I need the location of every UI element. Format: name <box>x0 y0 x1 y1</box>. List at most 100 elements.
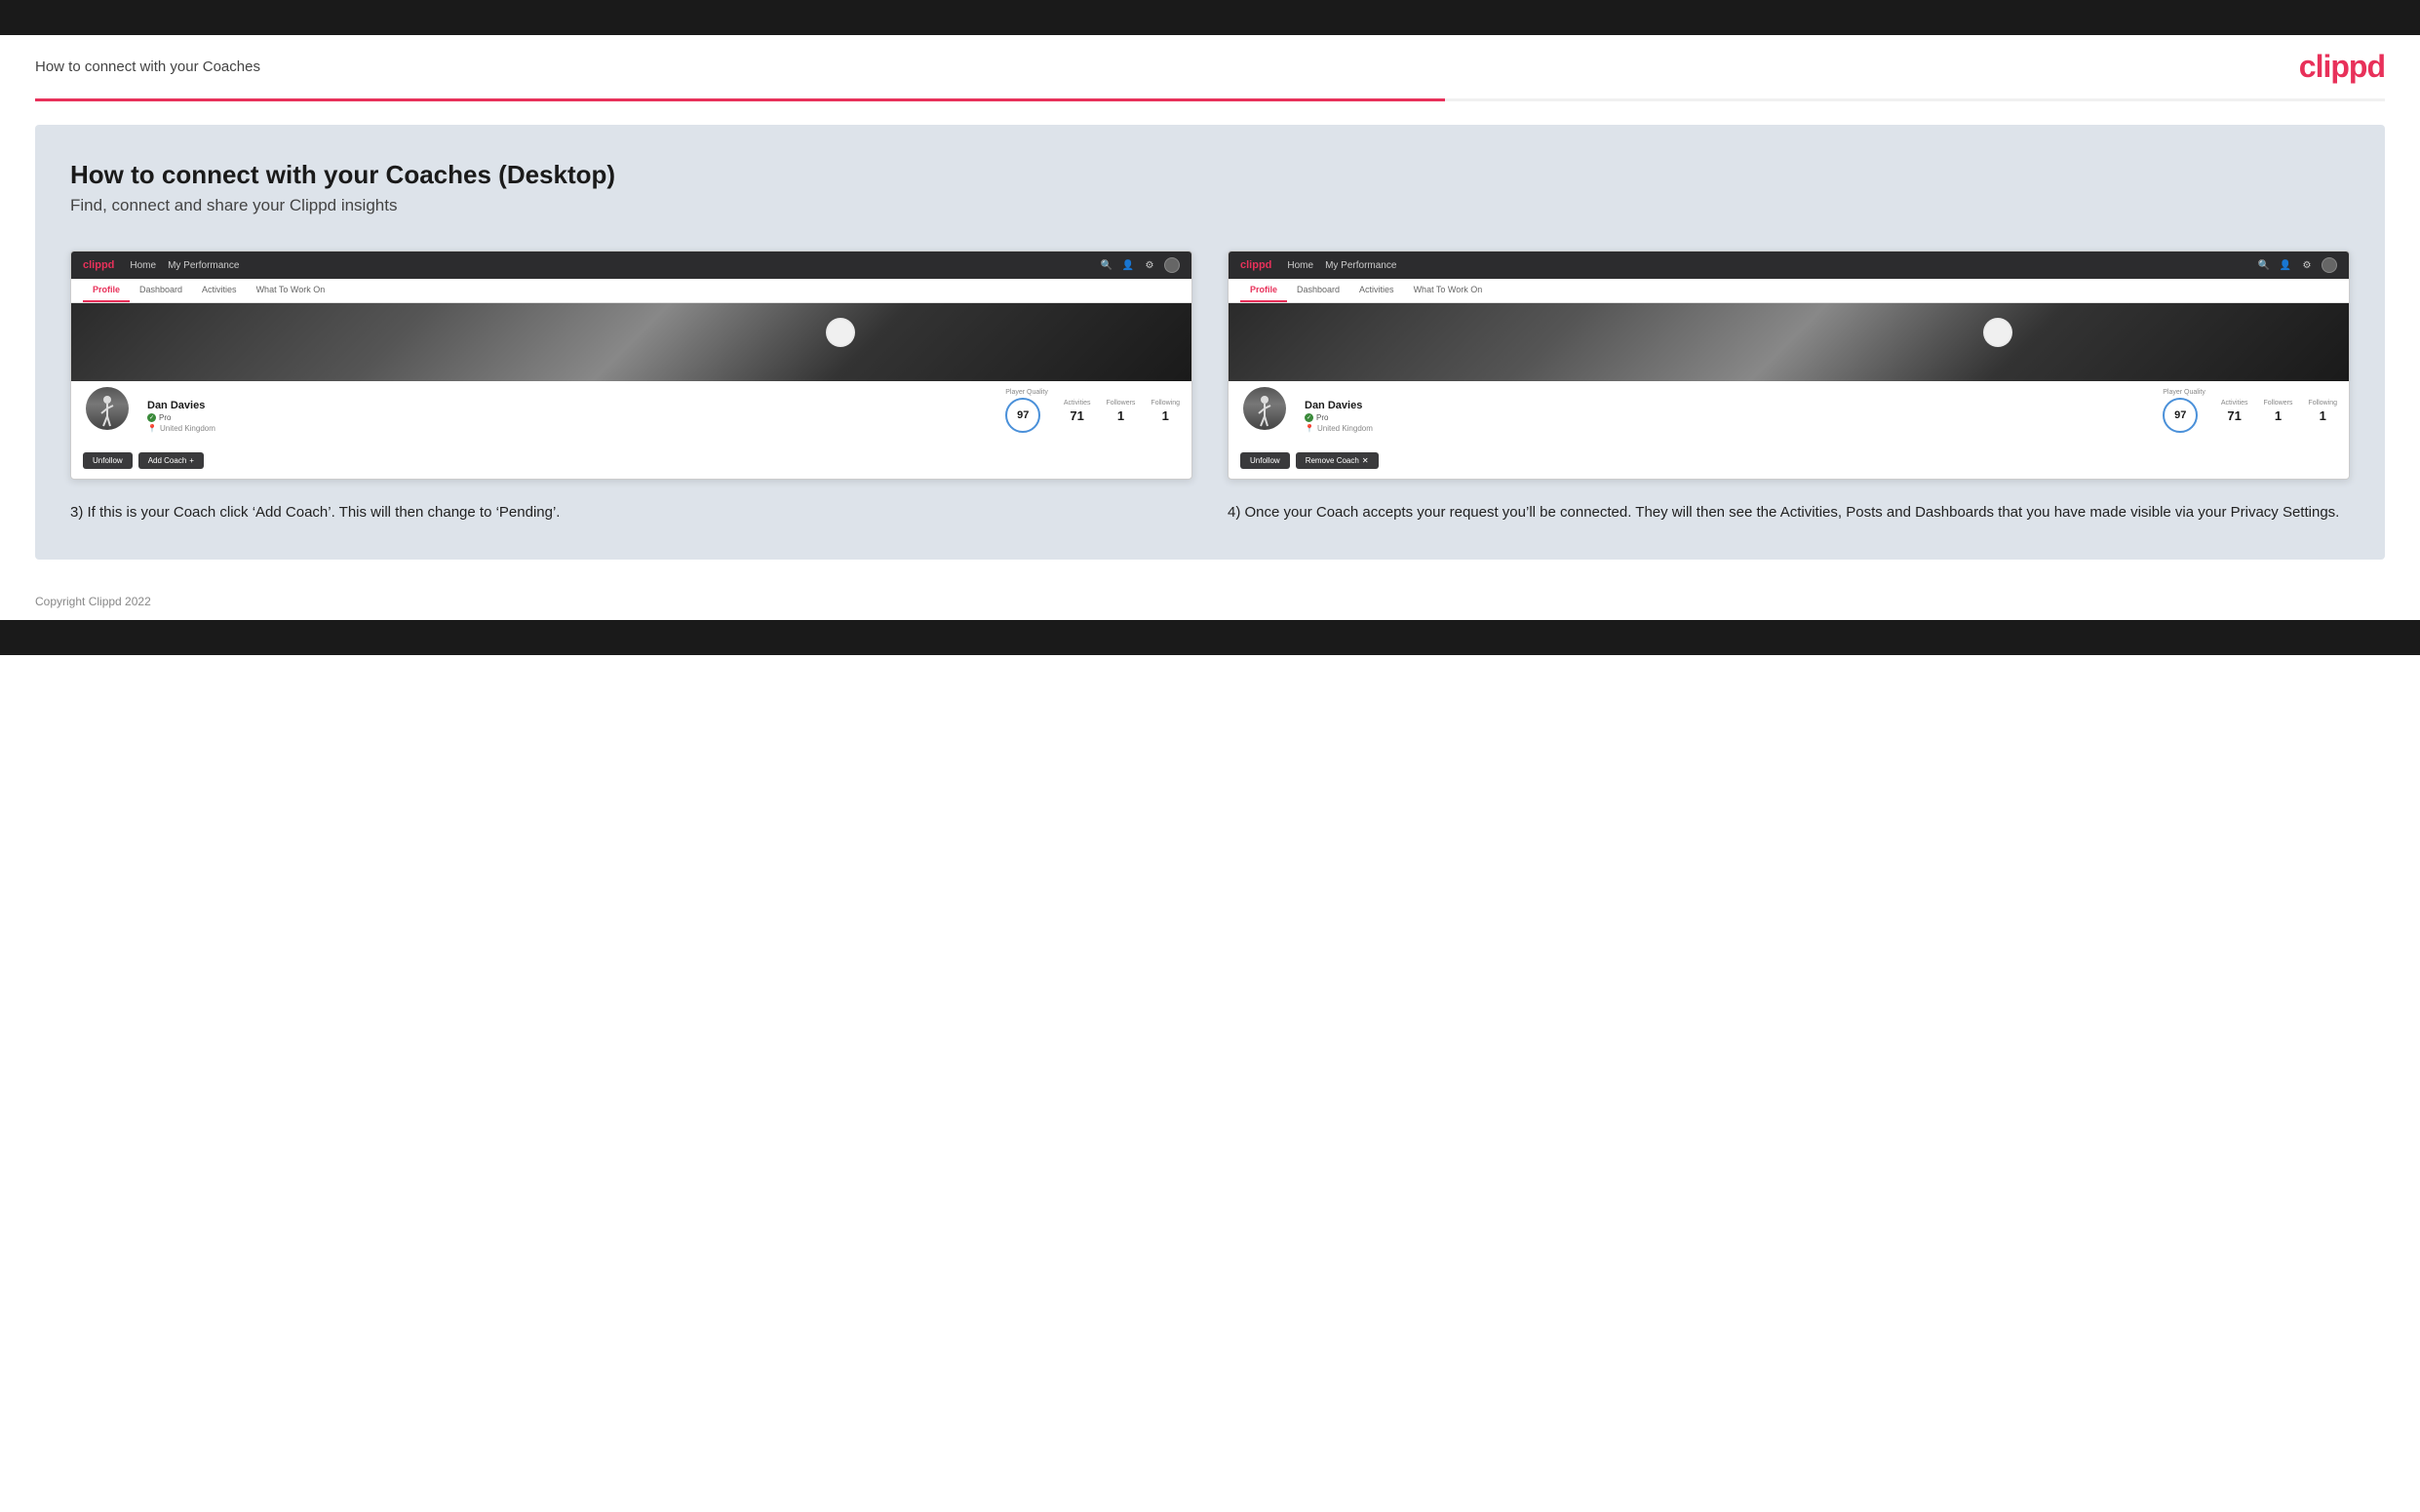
mockup-left-badge-label: Pro <box>159 413 171 422</box>
mockup-left: clippd Home My Performance 🔍 👤 ⚙ Profile <box>70 251 1192 480</box>
mockup-left-unfollow-button[interactable]: Unfollow <box>83 452 133 469</box>
mockup-right-banner <box>1229 303 2349 381</box>
mockup-left-nav-icons: 🔍 👤 ⚙ <box>1100 257 1180 273</box>
mockup-right-user-badge: ✓ Pro <box>1305 413 2147 422</box>
mockup-right-unfollow-button[interactable]: Unfollow <box>1240 452 1290 469</box>
mockup-left-location: 📍 United Kingdom <box>147 424 990 433</box>
mockup-left-verified-icon: ✓ <box>147 413 156 422</box>
mockup-left-followers-value: 1 <box>1106 408 1135 423</box>
mockup-right-location-icon: 📍 <box>1305 424 1314 433</box>
mockup-left-location-text: United Kingdom <box>160 424 215 433</box>
mockup-right-avatar-inner <box>1243 387 1286 430</box>
mockup-left-location-icon: 📍 <box>147 424 157 433</box>
mockup-right-user-icon[interactable]: 👤 <box>2279 258 2292 272</box>
header-title: How to connect with your Coaches <box>35 58 260 75</box>
mockup-right-avatar <box>1240 384 1289 433</box>
mockup-left-following-value: 1 <box>1151 408 1180 423</box>
mockup-right-buttons: Unfollow Remove Coach ✕ <box>1229 452 2349 479</box>
mockup-right-tab-dashboard[interactable]: Dashboard <box>1287 279 1349 302</box>
right-description: 4) Once your Coach accepts your request … <box>1228 501 2350 524</box>
page-subheading: Find, connect and share your Clippd insi… <box>70 196 2350 215</box>
mockup-right-logo: clippd <box>1240 259 1271 271</box>
mockup-left-stat-followers: Followers 1 <box>1106 400 1135 423</box>
mockup-right-tab-activities[interactable]: Activities <box>1349 279 1404 302</box>
mockup-right-user-info: Dan Davies ✓ Pro 📍 United Kingdom <box>1305 400 2147 433</box>
main-content: How to connect with your Coaches (Deskto… <box>35 125 2385 560</box>
mockup-right-nav: clippd Home My Performance 🔍 👤 ⚙ <box>1229 252 2349 279</box>
mockup-left-user-icon[interactable]: 👤 <box>1121 258 1135 272</box>
mockup-right-badge-label: Pro <box>1316 413 1328 422</box>
mockup-left-tab-profile[interactable]: Profile <box>83 279 130 302</box>
mockup-left-activities-label: Activities <box>1064 400 1091 407</box>
mockup-left-buttons: Unfollow Add Coach + <box>71 452 1191 479</box>
copyright-text: Copyright Clippd 2022 <box>35 595 151 608</box>
mockup-left-avatar-inner <box>86 387 129 430</box>
mockup-right-quality-value: 97 <box>2163 398 2198 433</box>
mockup-right-nav-myperformance[interactable]: My Performance <box>1325 260 1396 271</box>
left-column: clippd Home My Performance 🔍 👤 ⚙ Profile <box>70 251 1192 524</box>
mockup-left-nav-links: Home My Performance <box>130 260 1084 271</box>
mockup-right-tab-whattoworkon[interactable]: What To Work On <box>1404 279 1493 302</box>
mockup-right-following-label: Following <box>2308 400 2337 407</box>
mockup-right-verified-icon: ✓ <box>1305 413 1313 422</box>
mockup-left-user-badge: ✓ Pro <box>147 413 990 422</box>
mockup-right-following-value: 1 <box>2308 408 2337 423</box>
mockup-right-stat-activities: Activities 71 <box>2221 400 2248 423</box>
mockup-right-location-text: United Kingdom <box>1317 424 1373 433</box>
mockup-right-followers-label: Followers <box>2263 400 2292 407</box>
mockup-right-stat-following: Following 1 <box>2308 400 2337 423</box>
mockup-left-tab-dashboard[interactable]: Dashboard <box>130 279 192 302</box>
mockup-left-avatar-nav[interactable] <box>1164 257 1180 273</box>
bottom-bar <box>0 620 2420 655</box>
mockup-left-banner-img <box>71 303 1191 381</box>
footer: Copyright Clippd 2022 <box>0 583 2420 620</box>
mockup-right: clippd Home My Performance 🔍 👤 ⚙ Profile <box>1228 251 2350 480</box>
mockup-right-stat-quality: Player Quality 97 <box>2163 389 2205 433</box>
mockup-left-tabs: Profile Dashboard Activities What To Wor… <box>71 279 1191 303</box>
mockup-left-tab-activities[interactable]: Activities <box>192 279 247 302</box>
mockup-left-profile: Dan Davies ✓ Pro 📍 United Kingdom Player… <box>71 381 1191 445</box>
mockup-right-x-icon: ✕ <box>1362 456 1369 465</box>
mockup-left-quality-label: Player Quality <box>1005 389 1048 396</box>
mockup-left-banner <box>71 303 1191 381</box>
mockup-left-stat-following: Following 1 <box>1151 400 1180 423</box>
mockup-left-addcoach-label: Add Coach <box>148 456 187 465</box>
mockup-left-stat-quality: Player Quality 97 <box>1005 389 1048 433</box>
mockup-left-stats: Player Quality 97 Activities 71 Follower… <box>1005 389 1180 433</box>
mockup-right-profile: Dan Davies ✓ Pro 📍 United Kingdom Player… <box>1229 381 2349 445</box>
mockup-right-quality-label: Player Quality <box>2163 389 2205 396</box>
golfer-right-icon <box>1251 395 1278 430</box>
golfer-icon <box>94 395 121 430</box>
mockup-right-location: 📍 United Kingdom <box>1305 424 2147 433</box>
mockup-right-tabs: Profile Dashboard Activities What To Wor… <box>1229 279 2349 303</box>
mockup-left-nav-myperformance[interactable]: My Performance <box>168 260 239 271</box>
mockup-right-search-icon[interactable]: 🔍 <box>2257 258 2271 272</box>
mockup-left-tab-whattoworkon[interactable]: What To Work On <box>247 279 335 302</box>
mockup-left-user-name: Dan Davies <box>147 400 990 411</box>
mockup-left-quality-value: 97 <box>1005 398 1040 433</box>
mockup-left-search-icon[interactable]: 🔍 <box>1100 258 1113 272</box>
mockup-right-nav-home[interactable]: Home <box>1287 260 1313 271</box>
header-divider <box>35 98 2385 101</box>
top-bar <box>0 0 2420 35</box>
mockup-right-avatar-nav[interactable] <box>2322 257 2337 273</box>
mockup-left-addcoach-button[interactable]: Add Coach + <box>138 452 204 469</box>
mockup-right-stat-followers: Followers 1 <box>2263 400 2292 423</box>
mockup-left-stat-activities: Activities 71 <box>1064 400 1091 423</box>
mockup-left-nav-home[interactable]: Home <box>130 260 156 271</box>
left-description: 3) If this is your Coach click ‘Add Coac… <box>70 501 1192 524</box>
screenshots-row: clippd Home My Performance 🔍 👤 ⚙ Profile <box>70 251 2350 524</box>
header: How to connect with your Coaches clippd <box>0 35 2420 98</box>
mockup-right-activities-value: 71 <box>2221 408 2248 423</box>
mockup-left-avatar <box>83 384 132 433</box>
mockup-left-followers-label: Followers <box>1106 400 1135 407</box>
mockup-right-tab-profile[interactable]: Profile <box>1240 279 1287 302</box>
mockup-right-removecoach-label: Remove Coach <box>1306 456 1359 465</box>
mockup-left-settings-icon[interactable]: ⚙ <box>1143 258 1156 272</box>
mockup-right-removecoach-button[interactable]: Remove Coach ✕ <box>1296 452 1379 469</box>
mockup-right-settings-icon[interactable]: ⚙ <box>2300 258 2314 272</box>
mockup-left-plus-icon: + <box>189 456 194 465</box>
right-column: clippd Home My Performance 🔍 👤 ⚙ Profile <box>1228 251 2350 524</box>
mockup-left-activities-value: 71 <box>1064 408 1091 423</box>
mockup-right-followers-value: 1 <box>2263 408 2292 423</box>
